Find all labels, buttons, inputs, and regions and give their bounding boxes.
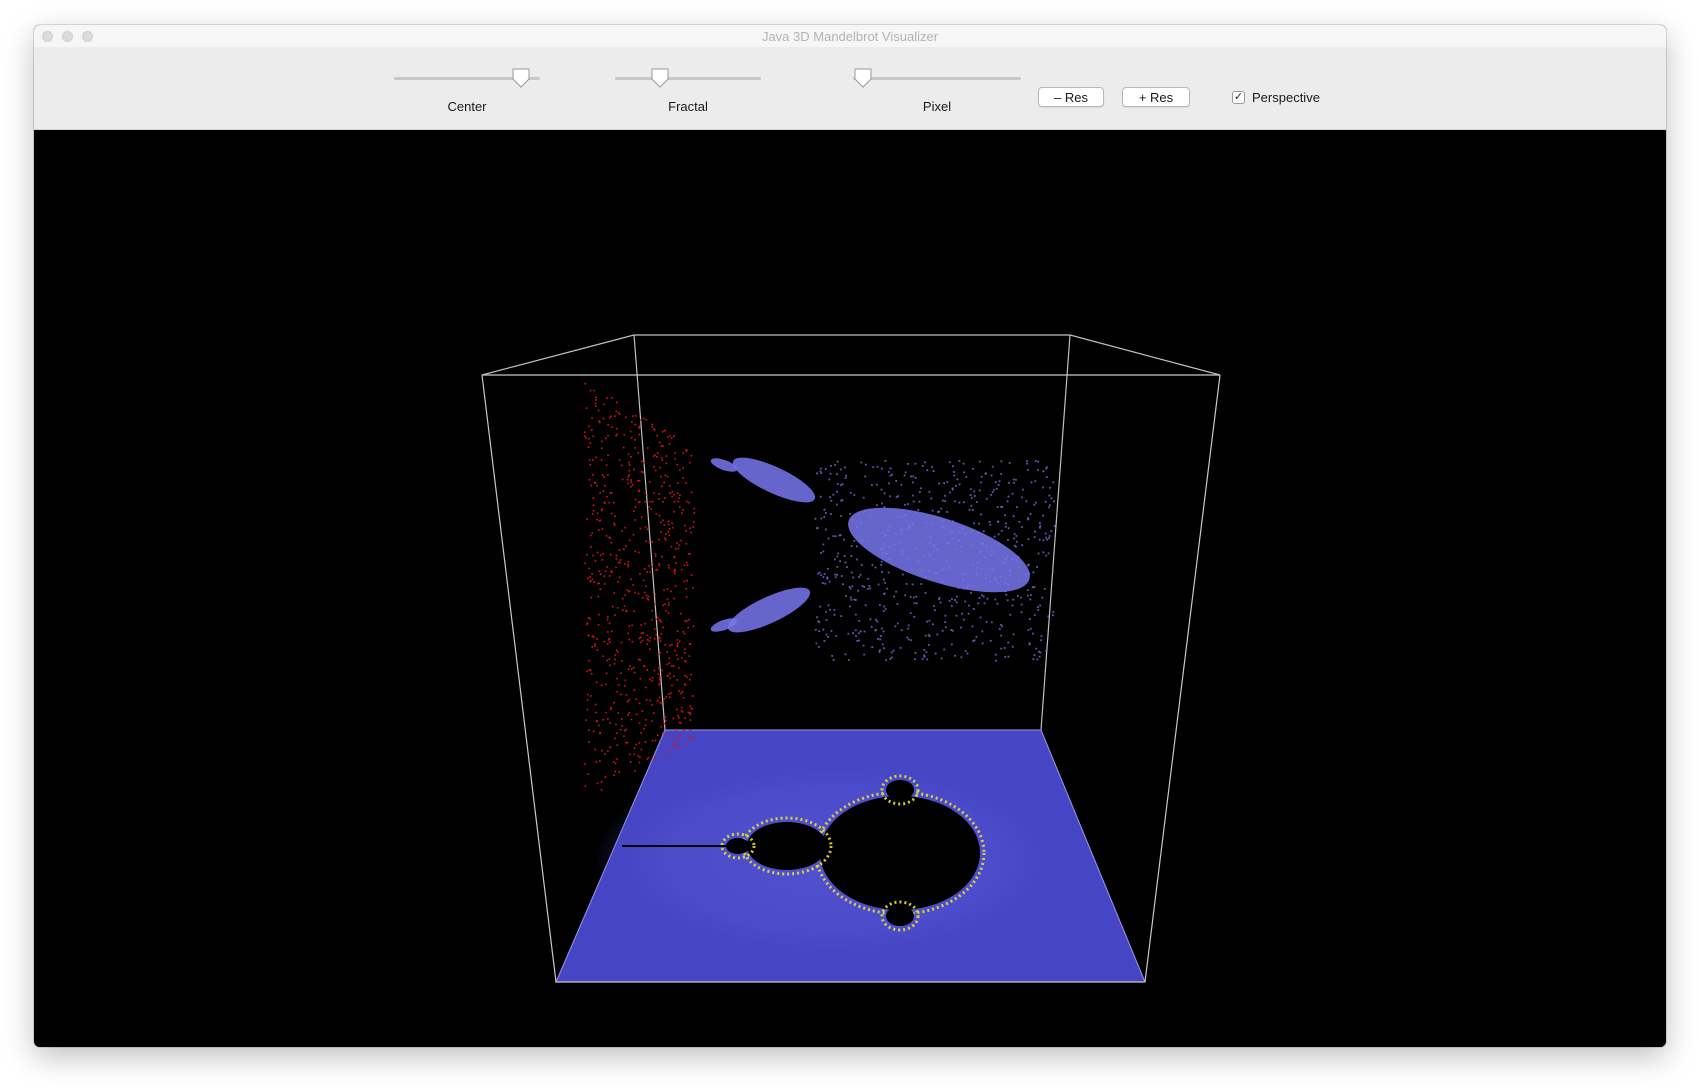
slider-track [615, 77, 761, 80]
pixel-slider-label: Pixel [922, 99, 952, 114]
perspective-label[interactable]: Perspective [1252, 90, 1320, 105]
decrease-resolution-button[interactable]: – Res [1038, 87, 1104, 107]
chaos-point-cloud [584, 382, 696, 791]
window-title: Java 3D Mandelbrot Visualizer [761, 29, 939, 44]
center-slider[interactable]: Center [394, 57, 540, 114]
3d-viewport[interactable] [34, 130, 1666, 1047]
pixel-slider[interactable]: Pixel [853, 57, 1021, 114]
slider-thumb-icon[interactable] [511, 67, 531, 89]
orbit-point-cloud [710, 457, 1056, 662]
checkmark-icon: ✓ [1233, 91, 1244, 103]
toolbar: Center Fractal Pixel – Res + Res ✓ Persp… [34, 47, 1666, 130]
fractal-slider[interactable]: Fractal [615, 57, 761, 114]
perspective-checkbox[interactable]: ✓ [1232, 91, 1245, 104]
slider-track [853, 77, 1021, 80]
center-slider-label: Center [447, 99, 487, 114]
title-bar: Java 3D Mandelbrot Visualizer [34, 25, 1666, 48]
app-window: Java 3D Mandelbrot Visualizer Center Fra… [34, 25, 1666, 1047]
increase-resolution-button[interactable]: + Res [1122, 87, 1190, 107]
mandelbrot-3d-scene[interactable] [34, 130, 1666, 1047]
fractal-slider-label: Fractal [668, 99, 708, 114]
slider-thumb-icon[interactable] [853, 67, 873, 89]
slider-thumb-icon[interactable] [650, 67, 670, 89]
